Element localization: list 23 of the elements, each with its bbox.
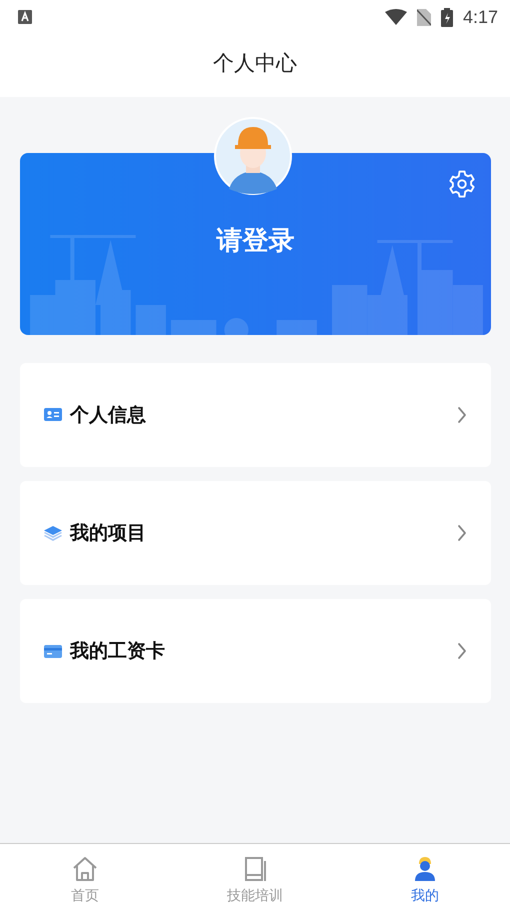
tab[interactable]: 我的: [340, 844, 510, 915]
wifi-icon: [384, 9, 407, 25]
chevron-right-icon: [457, 406, 467, 424]
keyboard-icon: [18, 10, 32, 24]
menu-item[interactable]: 个人信息: [20, 363, 491, 467]
settings-button[interactable]: [447, 169, 477, 199]
home-icon: [71, 854, 99, 882]
chevron-right-icon: [457, 524, 467, 542]
layers-icon: [44, 524, 62, 542]
avatar-icon: [214, 117, 292, 195]
chevron-right-icon: [457, 642, 467, 660]
status-time: 4:17: [462, 6, 498, 28]
settings-icon: [447, 169, 477, 199]
menu-item[interactable]: 我的项目: [20, 481, 491, 585]
tab[interactable]: 首页: [0, 844, 170, 915]
login-button[interactable]: 请登录: [216, 223, 294, 258]
no-sim-icon: [416, 8, 431, 26]
page-title: 个人中心: [213, 50, 297, 77]
bank-card-icon: [44, 642, 62, 660]
menu-item[interactable]: 我的工资卡: [20, 599, 491, 703]
battery-icon: [440, 8, 453, 26]
tab[interactable]: 技能培训: [170, 844, 340, 915]
id-card-icon: [44, 406, 62, 424]
